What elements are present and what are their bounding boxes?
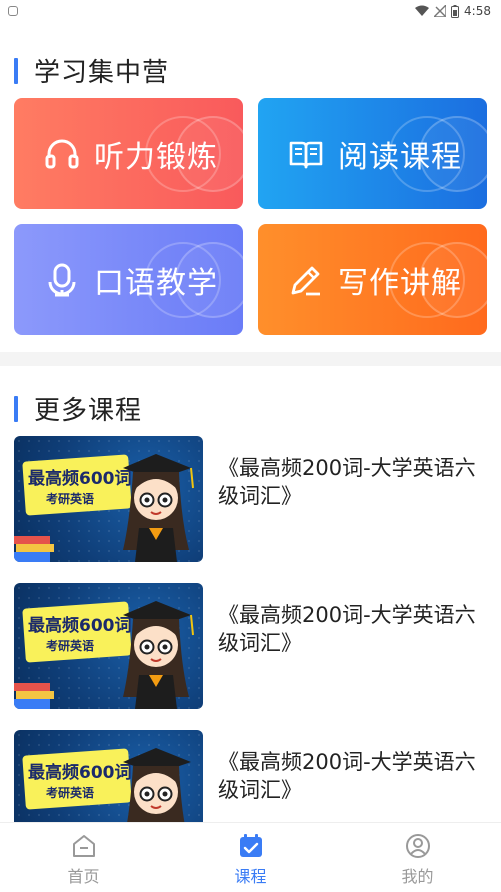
- status-bar: 4:58: [0, 0, 501, 22]
- tab-label: 首页: [67, 867, 100, 886]
- home-icon: [72, 835, 95, 857]
- category-label: 口语教学: [94, 266, 218, 301]
- tab-home[interactable]: 首页: [0, 823, 167, 892]
- category-label: 听力锻炼: [94, 140, 218, 175]
- section-title-text: 学习集中营: [34, 58, 170, 88]
- section-divider: [0, 352, 501, 366]
- course-thumbnail: 最高频600词 考研英语: [14, 583, 203, 709]
- category-card-listening[interactable]: 听力锻炼: [14, 98, 243, 209]
- graduate-illustration: [123, 601, 194, 709]
- tab-profile[interactable]: 我的: [334, 823, 501, 892]
- tab-label: 课程: [234, 867, 267, 886]
- no-signal-icon: [434, 5, 447, 17]
- section-title-study-camp: 学习集中营: [14, 52, 169, 89]
- section-title-text: 更多课程: [34, 396, 143, 426]
- category-card-reading[interactable]: 阅读课程: [258, 98, 487, 209]
- graduate-illustration: [123, 454, 194, 562]
- thumbnail-subtitle: 考研英语: [46, 639, 95, 653]
- calendar-check-icon: [239, 834, 262, 857]
- books-illustration: [14, 536, 54, 562]
- bottom-tab-bar: 首页 课程 我的: [0, 822, 501, 892]
- wifi-icon: [415, 5, 430, 16]
- category-card-speaking[interactable]: 口语教学: [14, 224, 243, 335]
- books-illustration: [14, 683, 54, 709]
- thumbnail-subtitle: 考研英语: [46, 492, 95, 506]
- course-title: 《最高频200词-大学英语六级词汇》: [218, 456, 476, 508]
- category-grid: 听力锻炼 阅读课程 口语教学 写作讲解: [14, 98, 487, 336]
- open-book-icon: [289, 141, 323, 169]
- section-title-accent-bar: [14, 395, 18, 422]
- course-title: 《最高频200词-大学英语六级词汇》: [218, 750, 476, 802]
- category-label: 阅读课程: [338, 140, 462, 175]
- course-list-item[interactable]: 最高频600词 考研英语 《最高频200词-大学英语六级词汇》: [14, 436, 487, 562]
- category-label: 写作讲解: [338, 266, 462, 301]
- category-card-writing[interactable]: 写作讲解: [258, 224, 487, 335]
- user-icon: [405, 834, 430, 858]
- battery-icon: [451, 4, 460, 18]
- headphones-icon: [45, 139, 79, 169]
- microphone-icon: [48, 263, 76, 297]
- section-title-accent-bar: [14, 57, 18, 84]
- section-title-more-courses: 更多课程: [14, 390, 142, 427]
- status-icons: 4:58: [415, 4, 491, 18]
- course-title: 《最高频200词-大学英语六级词汇》: [218, 603, 476, 655]
- pencil-icon: [291, 266, 320, 296]
- tab-courses[interactable]: 课程: [167, 823, 334, 892]
- course-thumbnail: 最高频600词 考研英语: [14, 436, 203, 562]
- thumbnail-subtitle: 考研英语: [46, 786, 95, 800]
- app-notification-icon: [8, 6, 18, 16]
- tab-label: 我的: [401, 867, 434, 886]
- status-time: 4:58: [464, 4, 491, 18]
- course-list-item[interactable]: 最高频600词 考研英语 《最高频200词-大学英语六级词汇》: [14, 583, 487, 709]
